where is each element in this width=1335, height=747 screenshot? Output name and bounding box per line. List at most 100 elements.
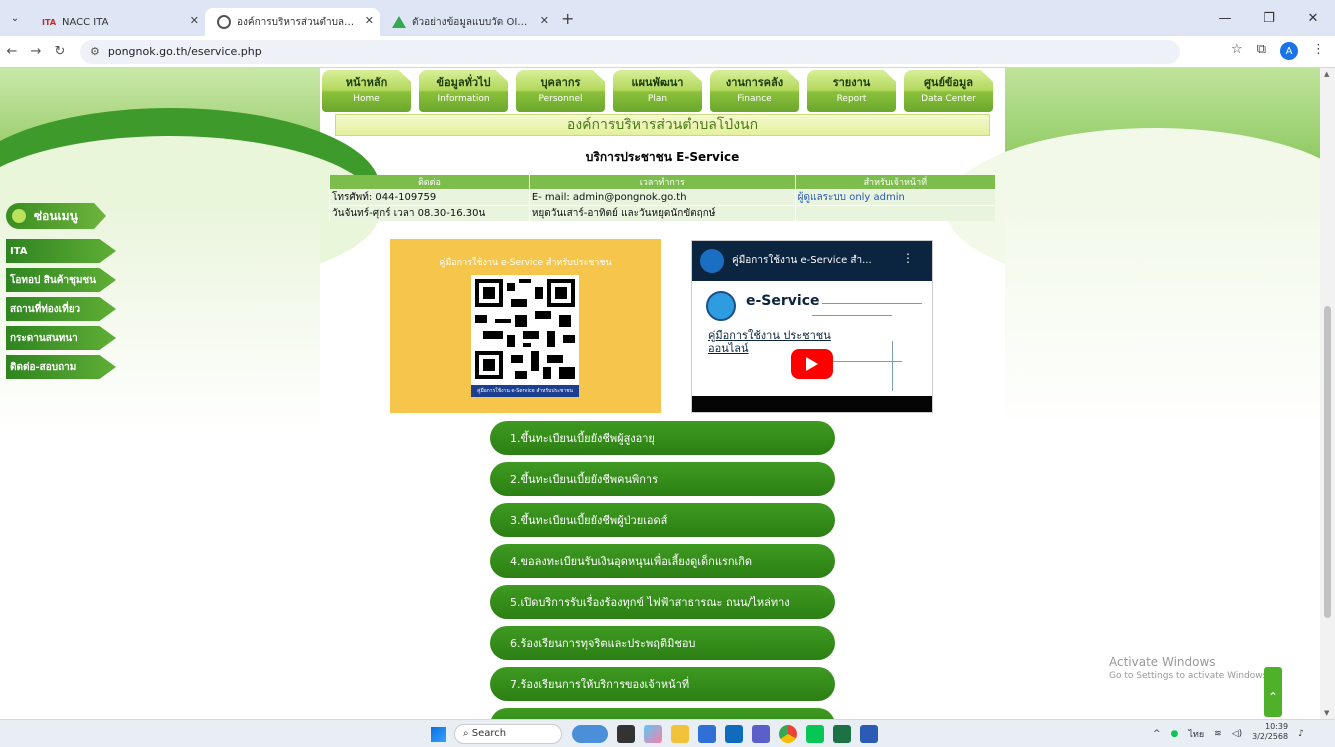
video-menu-icon[interactable]: ⋮: [902, 251, 914, 265]
activate-windows-watermark: Activate Windows Go to Settings to activ…: [1109, 655, 1271, 681]
service-button[interactable]: 7.ร้องเรียนการให้บริการของเจ้าหน้าที่: [490, 667, 835, 701]
page-title: บริการประชาชน E-Service: [585, 150, 740, 164]
tab-close-icon[interactable]: ✕: [190, 14, 199, 27]
menu-data-center[interactable]: ศูนย์ข้อมูล Data Center: [904, 70, 993, 112]
service-button[interactable]: 5.เปิดบริการรับเรื่องร้องทุกข์ ไฟฟ้าสาธา…: [490, 585, 835, 619]
side-menu-item[interactable]: โอทอป สินค้าชุมชน: [6, 268, 116, 292]
back-arrow-icon[interactable]: ←: [0, 44, 24, 59]
store-icon[interactable]: [698, 725, 716, 743]
column-header: เวลาทำการ: [528, 175, 796, 190]
tray-overflow-icon[interactable]: ^: [1153, 729, 1161, 739]
menu-finance[interactable]: งานการคลัง Finance: [710, 70, 799, 112]
scrollbar-thumb[interactable]: [1324, 306, 1331, 618]
extensions-icon[interactable]: ⧉: [1257, 42, 1266, 60]
menu-plan[interactable]: แผนพัฒนา Plan: [613, 70, 702, 112]
side-menu-item[interactable]: ติดต่อ-สอบถาม: [6, 355, 116, 379]
header-decoration-left: [0, 68, 380, 286]
video-header: คู่มือการใช้งาน e-Service สำ... ⋮: [692, 241, 932, 281]
service-button[interactable]: 1.ขึ้นทะเบียนเบี้ยยังชีพผู้สูงอายุ: [490, 421, 835, 455]
input-language[interactable]: ไทย: [1188, 727, 1204, 741]
double-chevron-up-icon: ⌃: [1267, 690, 1279, 704]
side-menu: ITA โอทอป สินค้าชุมชน สถานที่ท่องเที่ยว …: [6, 239, 116, 379]
file-explorer-icon[interactable]: [671, 725, 689, 743]
forward-arrow-icon[interactable]: →: [24, 44, 48, 59]
video-brand: e-Service: [746, 293, 820, 309]
page-scrollbar[interactable]: ▲ ▼: [1320, 68, 1335, 719]
tab-close-icon[interactable]: ✕: [365, 14, 374, 27]
close-window-icon[interactable]: ✕: [1291, 0, 1335, 36]
wifi-icon[interactable]: ≋: [1214, 729, 1222, 739]
line-icon[interactable]: [806, 725, 824, 743]
clock[interactable]: 10:39 3/2/2568: [1252, 722, 1288, 742]
nacc-favicon-icon: ITA: [42, 17, 57, 27]
line-tray-icon[interactable]: ●: [1171, 729, 1179, 739]
video-title[interactable]: คู่มือการใช้งาน e-Service สำ...: [732, 255, 872, 266]
site-info-icon[interactable]: ⚙: [90, 45, 100, 58]
table-cell: วันจันทร์-ศุกร์ เวลา 08.30-16.30น: [329, 205, 530, 221]
side-menu-item[interactable]: กระดานสนทนา: [6, 326, 116, 350]
scroll-down-icon[interactable]: ▼: [1324, 709, 1329, 717]
new-tab-button[interactable]: +: [561, 9, 574, 28]
side-menu-item[interactable]: ITA: [6, 239, 116, 263]
globe-icon: [217, 15, 231, 29]
system-tray: ^ ● ไทย ≋ ◁) 10:39 3/2/2568 ♪: [1153, 722, 1304, 742]
toolbar-right: ☆ ⧉ A ⋮: [1231, 42, 1325, 60]
table-row: วันจันทร์-ศุกร์ เวลา 08.30-16.30น หยุดวั…: [329, 205, 995, 221]
window-controls: — ❐ ✕: [1203, 0, 1335, 36]
table-cell: โทรศัพท์: 044-109759: [329, 189, 530, 206]
outlook-icon[interactable]: [725, 725, 743, 743]
qr-label: คู่มือการใช้งาน e-Service สำหรับประชาชน: [471, 385, 579, 397]
channel-logo-icon: [700, 249, 724, 273]
service-button[interactable]: 2.ขึ้นทะเบียนเบี้ยยังชีพคนพิการ: [490, 462, 835, 496]
copilot-icon[interactable]: [644, 725, 662, 743]
scroll-to-top-button[interactable]: ⌃: [1264, 667, 1282, 717]
browser-tab-nacc[interactable]: ITA NACC ITA ✕: [30, 8, 205, 36]
windows-taskbar: ⌕ Search ^ ● ไทย ≋ ◁) 10:39 3/2/2568 ♪: [0, 719, 1335, 747]
side-menu-item[interactable]: สถานที่ท่องเที่ยว: [6, 297, 116, 321]
org-name-banner: องค์การบริหารส่วนตำบลโป่งนก: [335, 114, 990, 136]
menu-information[interactable]: ข้อมูลทั่วไป Information: [419, 70, 508, 112]
service-button[interactable]: [490, 708, 835, 719]
restore-icon[interactable]: ❐: [1247, 0, 1291, 36]
word-icon[interactable]: [860, 725, 878, 743]
chrome-icon[interactable]: [779, 725, 797, 743]
widgets-icon[interactable]: [572, 725, 608, 743]
tab-close-icon[interactable]: ✕: [540, 14, 549, 27]
menu-home[interactable]: หน้าหลัก Home: [322, 70, 411, 112]
tab-search-chevron-icon[interactable]: ⌄: [0, 13, 30, 24]
table-cell: E- mail: admin@pongnok.go.th: [528, 189, 796, 206]
reload-icon[interactable]: ↻: [48, 44, 72, 59]
menu-personnel[interactable]: บุคลากร Personnel: [516, 70, 605, 112]
taskbar-search[interactable]: ⌕ Search: [454, 724, 562, 744]
volume-icon[interactable]: ◁): [1232, 729, 1242, 739]
service-button[interactable]: 6.ร้องเรียนการทุจริตและประพฤติมิชอบ: [490, 626, 835, 660]
qr-manual-card[interactable]: คู่มือการใช้งาน e-Service สำหรับประชาชน …: [390, 239, 661, 413]
task-view-icon[interactable]: [617, 725, 635, 743]
admin-login-link[interactable]: ผู้ดูแลระบบ only admin: [798, 192, 905, 203]
minimize-icon[interactable]: —: [1203, 0, 1247, 36]
url-bar[interactable]: ⚙ pongnok.go.th/eservice.php: [80, 39, 1180, 64]
contact-table: ติดต่อ เวลาทำการ สำหรับเจ้าหน้าที่ โทรศั…: [329, 175, 995, 221]
windows-start-icon[interactable]: [431, 727, 446, 742]
menu-report[interactable]: รายงาน Report: [807, 70, 896, 112]
table-cell: หยุดวันเสาร์-อาทิตย์ และวันหยุดนักขัตฤกษ…: [528, 205, 796, 221]
browser-tab-pongnok[interactable]: องค์การบริหารส่วนตำบลโป่งนก อำเภ ✕: [205, 8, 380, 36]
service-button[interactable]: 3.ขึ้นทะเบียนเบี้ยยังชีพผู้ป่วยเอดส์: [490, 503, 835, 537]
scroll-up-icon[interactable]: ▲: [1324, 70, 1329, 78]
service-button[interactable]: 4.ขอลงทะเบียนรับเงินอุดหนุนเพื่อเลี้ยงดู…: [490, 544, 835, 578]
hide-menu-button[interactable]: ซ่อนเมนู: [6, 203, 106, 229]
profile-avatar[interactable]: A: [1280, 42, 1298, 60]
bookmark-star-icon[interactable]: ☆: [1231, 42, 1243, 60]
tab-title: ตัวอย่างข้อมูลแบบวัด OIT 2568 - G: [412, 16, 533, 28]
menu-kebab-icon[interactable]: ⋮: [1312, 42, 1325, 60]
tab-title: องค์การบริหารส่วนตำบลโป่งนก อำเภ: [237, 16, 358, 28]
excel-icon[interactable]: [833, 725, 851, 743]
teams-icon[interactable]: [752, 725, 770, 743]
youtube-video-embed[interactable]: คู่มือการใช้งาน e-Service สำ... ⋮ e-Serv…: [691, 240, 933, 413]
hide-menu-label: ซ่อนเมนู: [34, 208, 78, 223]
table-row: โทรศัพท์: 044-109759 E- mail: admin@pong…: [329, 189, 995, 206]
qr-code[interactable]: คู่มือการใช้งาน e-Service สำหรับประชาชน: [471, 275, 579, 397]
browser-tab-drive[interactable]: ตัวอย่างข้อมูลแบบวัด OIT 2568 - G ✕: [380, 8, 555, 36]
notification-bell-icon[interactable]: ♪: [1298, 729, 1304, 739]
youtube-play-button[interactable]: [791, 349, 833, 379]
